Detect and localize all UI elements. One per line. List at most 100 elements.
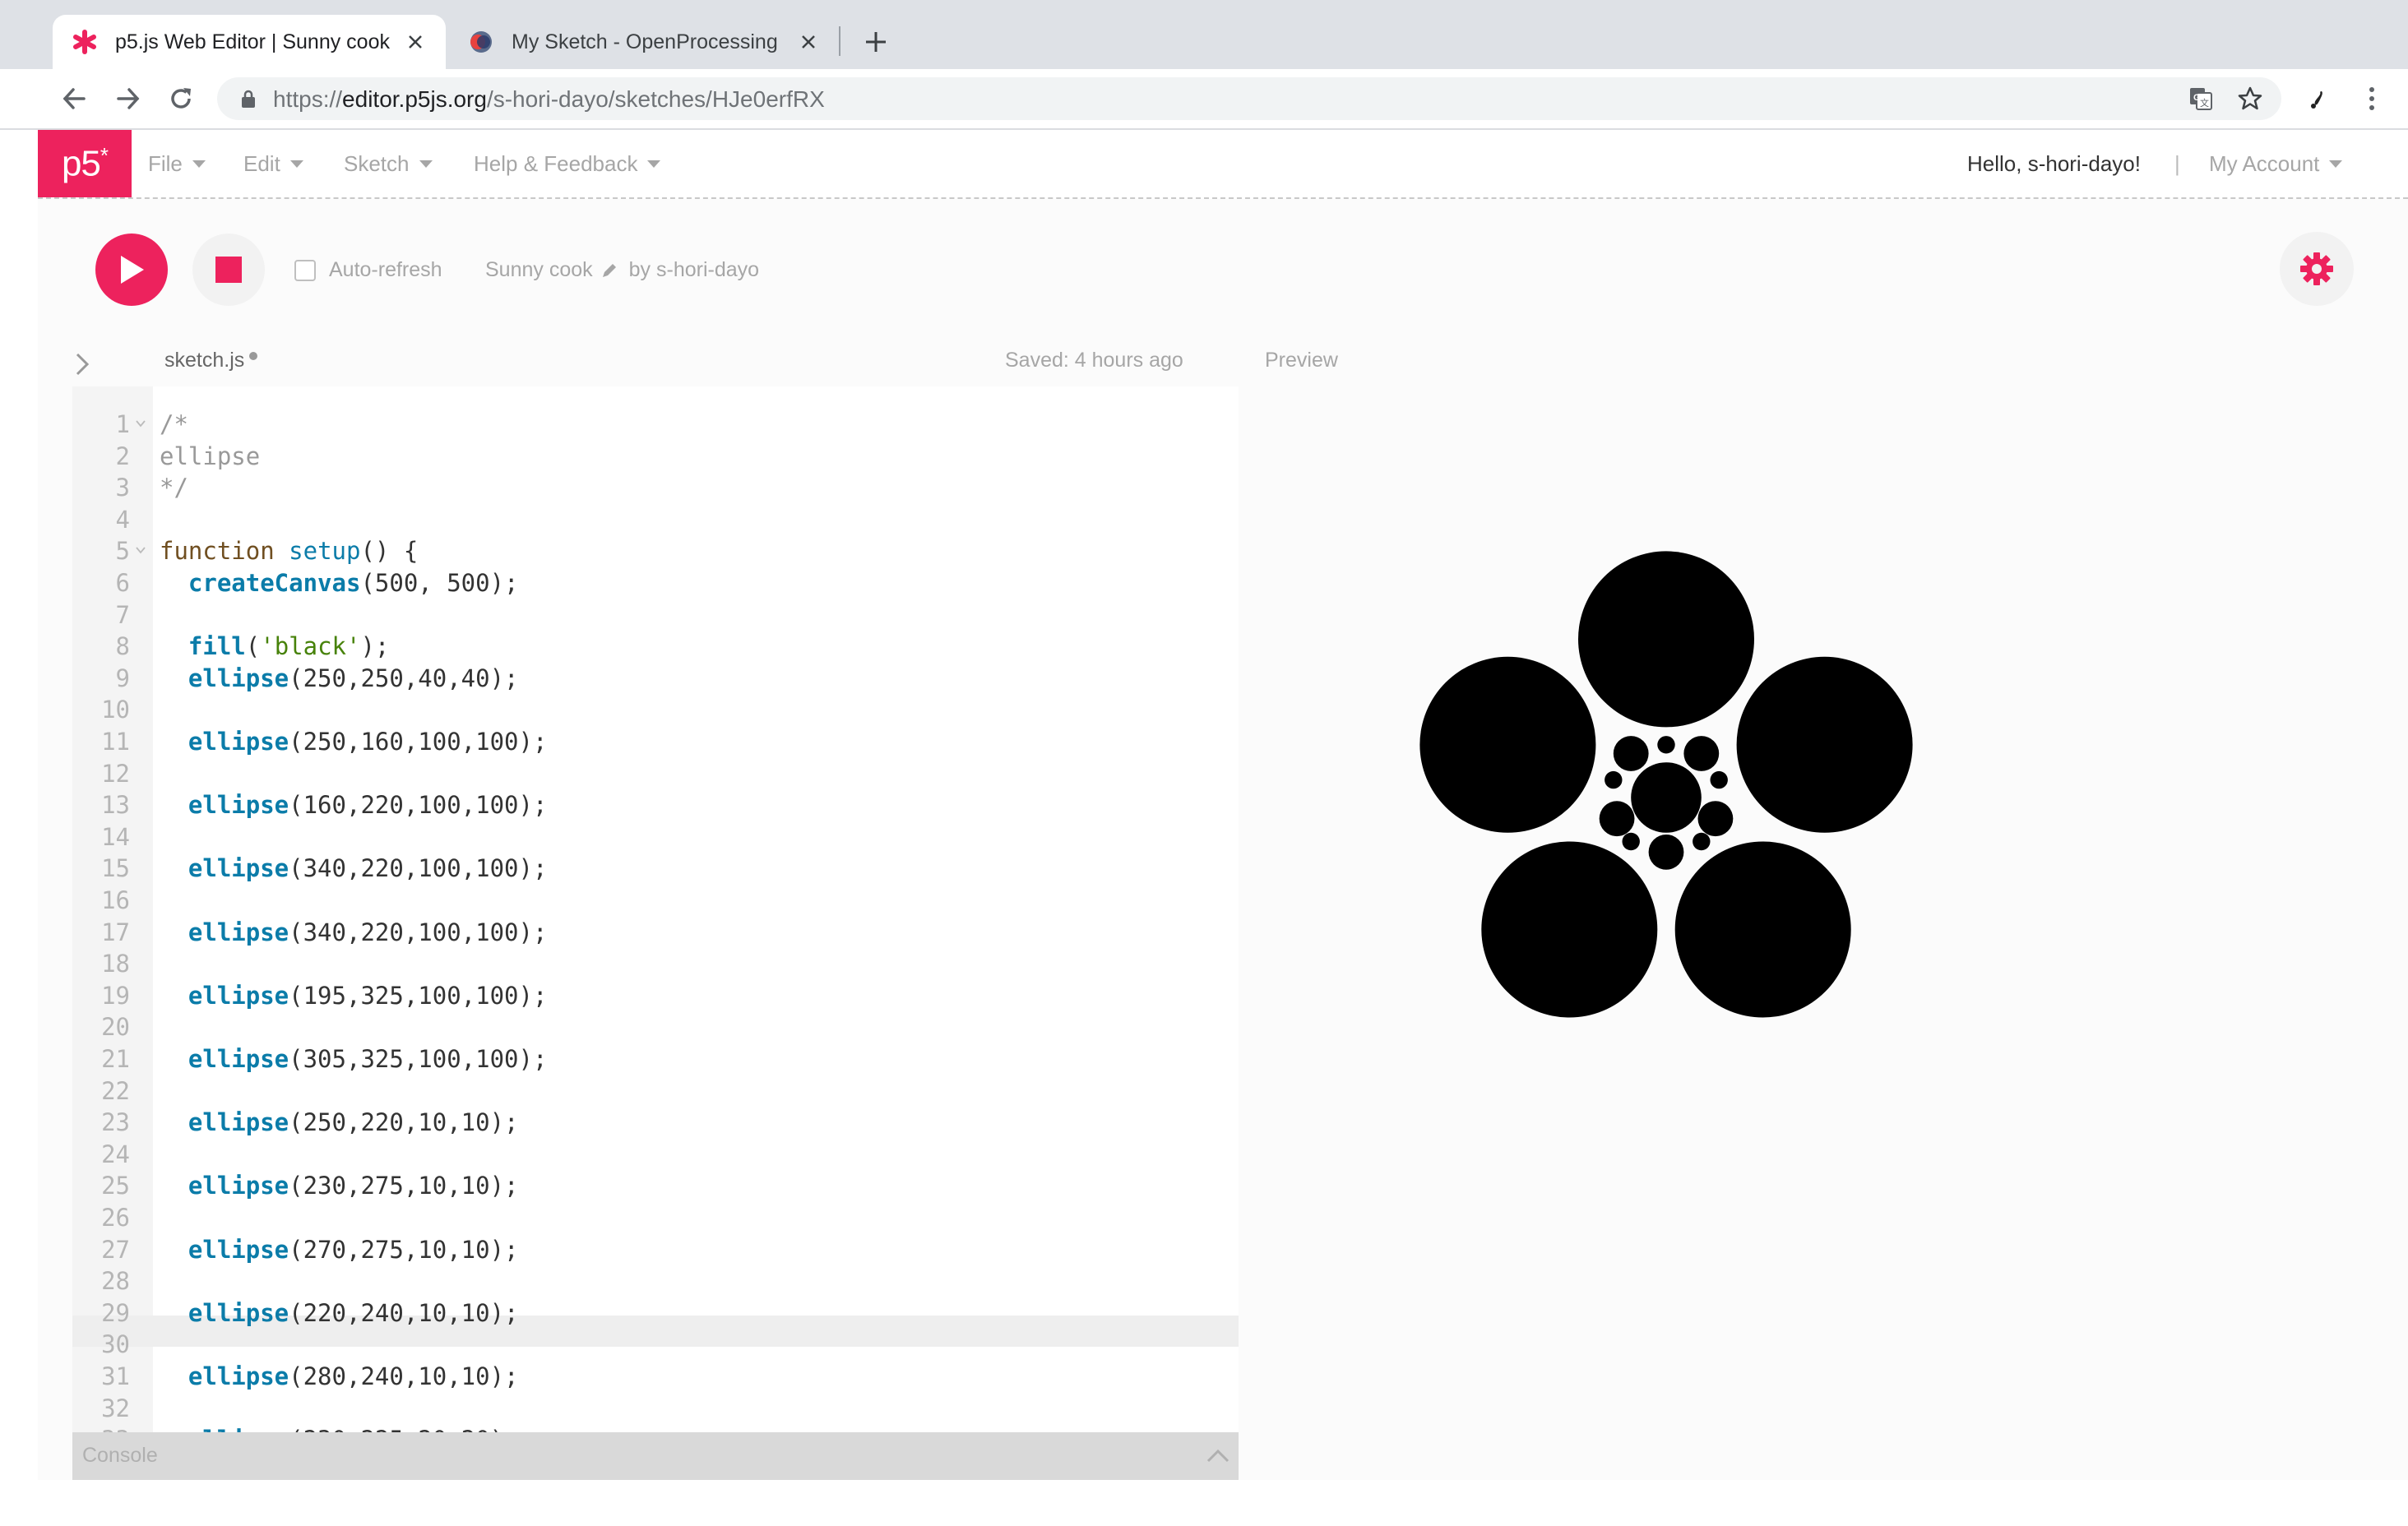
code-line[interactable]: 17 ellipse(340,220,100,100); bbox=[72, 918, 1239, 947]
code-line[interactable]: 14 bbox=[72, 822, 1239, 852]
code-line[interactable]: 20 bbox=[72, 1012, 1239, 1042]
line-number: 29 bbox=[101, 1298, 130, 1327]
code-line[interactable]: 29 ellipse(220,240,10,10); bbox=[72, 1298, 1239, 1328]
code-line[interactable]: 31 ellipse(280,240,10,10); bbox=[72, 1362, 1239, 1391]
sketch-ellipse bbox=[1657, 736, 1675, 754]
line-number: 8 bbox=[115, 632, 130, 661]
new-tab-icon[interactable] bbox=[859, 25, 893, 59]
settings-button[interactable] bbox=[2280, 232, 2354, 306]
sketch-owner[interactable]: by s-hori-dayo bbox=[629, 258, 759, 282]
code-line[interactable]: 7 bbox=[72, 600, 1239, 630]
code-text: ellipse(195,325,100,100); bbox=[188, 981, 548, 1010]
code-line[interactable]: 5 function setup() { bbox=[72, 536, 1239, 566]
nav-separator: | bbox=[2174, 151, 2180, 176]
lock-icon bbox=[242, 90, 255, 108]
sketch-canvas[interactable] bbox=[1239, 386, 2408, 1480]
code-line[interactable]: 10 bbox=[72, 695, 1239, 724]
menu-file[interactable]: File bbox=[148, 151, 206, 177]
code-line[interactable]: 8 fill('black'); bbox=[72, 631, 1239, 661]
sketch-title[interactable]: Sunny cook by s-hori-dayo bbox=[485, 258, 759, 282]
pencil-icon[interactable] bbox=[601, 262, 618, 279]
code-line[interactable]: 33 ellipse(230,225,20,20); bbox=[72, 1425, 1239, 1432]
back-icon[interactable] bbox=[56, 81, 92, 117]
file-tab-label: sketch.js bbox=[164, 349, 245, 372]
sketch-ellipse bbox=[1622, 832, 1640, 851]
line-number: 32 bbox=[101, 1394, 130, 1422]
fold-chevron-icon[interactable] bbox=[135, 418, 146, 429]
url-text: https://editor.p5js.org/s-hori-dayo/sket… bbox=[273, 86, 825, 112]
auto-refresh-toggle[interactable]: Auto-refresh bbox=[294, 258, 442, 282]
console-panel[interactable]: Console bbox=[72, 1432, 1239, 1480]
p5-logo[interactable]: p5* bbox=[38, 130, 132, 197]
code-line[interactable]: 13 ellipse(160,220,100,100); bbox=[72, 790, 1239, 820]
close-icon[interactable] bbox=[401, 28, 429, 56]
menu-edit[interactable]: Edit bbox=[243, 151, 303, 177]
code-line[interactable]: 18 bbox=[72, 949, 1239, 978]
forward-icon[interactable] bbox=[110, 81, 146, 117]
code-text: */ bbox=[160, 474, 188, 502]
file-tab-sketch-js[interactable]: sketch.js bbox=[164, 349, 258, 372]
code-text: ellipse(305,325,100,100); bbox=[188, 1045, 548, 1073]
menu-label: Edit bbox=[243, 151, 280, 176]
code-line[interactable]: 9 ellipse(250,250,40,40); bbox=[72, 664, 1239, 693]
translate-icon[interactable]: G文 bbox=[2186, 84, 2216, 113]
menu-help-feedback[interactable]: Help & Feedback bbox=[474, 151, 661, 177]
menu-label: File bbox=[148, 151, 183, 176]
line-number: 18 bbox=[101, 950, 130, 978]
code-line[interactable]: 2 ellipse bbox=[72, 442, 1239, 471]
code-line[interactable]: 12 bbox=[72, 759, 1239, 788]
code-line[interactable]: 25 ellipse(230,275,10,10); bbox=[72, 1171, 1239, 1200]
preview-pane bbox=[1239, 386, 2408, 1480]
code-line[interactable]: 19 ellipse(195,325,100,100); bbox=[72, 981, 1239, 1010]
code-line[interactable]: 28 bbox=[72, 1266, 1239, 1296]
code-line[interactable]: 27 ellipse(270,275,10,10); bbox=[72, 1235, 1239, 1265]
code-line[interactable]: 1 /* bbox=[72, 409, 1239, 439]
code-line[interactable]: 23 ellipse(250,220,10,10); bbox=[72, 1108, 1239, 1137]
play-button[interactable] bbox=[95, 234, 168, 306]
line-number: 14 bbox=[101, 822, 130, 851]
code-line[interactable]: 30 bbox=[72, 1329, 1239, 1359]
code-line[interactable]: 24 bbox=[72, 1140, 1239, 1169]
tab-divider bbox=[839, 26, 840, 56]
preview-label: Preview bbox=[1265, 349, 1338, 372]
line-number: 7 bbox=[115, 600, 130, 629]
code-text: ellipse(280,240,10,10); bbox=[188, 1362, 519, 1390]
menu-sketch[interactable]: Sketch bbox=[344, 151, 433, 177]
browser-tab-p5-editor[interactable]: p5.js Web Editor | Sunny cook bbox=[53, 15, 446, 69]
code-line[interactable]: 3 */ bbox=[72, 473, 1239, 502]
menu-label: Help & Feedback bbox=[474, 151, 638, 176]
code-text: /* bbox=[160, 410, 188, 438]
code-editor[interactable]: 1/* 2 ellipse 3 */ 4 5 function setup() {6 crea… bbox=[72, 386, 1239, 1432]
close-icon[interactable] bbox=[794, 28, 822, 56]
address-bar[interactable]: https://editor.p5js.org/s-hori-dayo/sket… bbox=[217, 77, 2281, 120]
auto-refresh-checkbox[interactable] bbox=[294, 259, 316, 281]
sketch-ellipse bbox=[1736, 656, 1913, 833]
code-line[interactable]: 11 ellipse(250,160,100,100); bbox=[72, 727, 1239, 756]
sketch-ellipse bbox=[1693, 832, 1711, 851]
fold-chevron-icon[interactable] bbox=[135, 544, 146, 556]
stop-button[interactable] bbox=[192, 234, 265, 306]
code-text: ellipse(230,225,20,20); bbox=[160, 1425, 519, 1432]
menu-icon[interactable] bbox=[2354, 81, 2390, 117]
chevron-up-icon[interactable] bbox=[1206, 1444, 1230, 1468]
code-line[interactable]: 21 ellipse(305,325,100,100); bbox=[72, 1044, 1239, 1074]
code-line[interactable]: 15 ellipse(340,220,100,100); bbox=[72, 853, 1239, 883]
menu-label: My Account bbox=[2209, 151, 2320, 176]
line-number: 9 bbox=[115, 664, 130, 692]
star-icon[interactable] bbox=[2235, 84, 2265, 113]
user-greeting: Hello, s-hori-dayo! bbox=[1967, 151, 2141, 176]
code-line[interactable]: 32 bbox=[72, 1394, 1239, 1423]
tab-title: My Sketch - OpenProcessing bbox=[512, 30, 778, 53]
reload-icon[interactable] bbox=[163, 81, 199, 117]
browser-tab-openprocessing[interactable]: My Sketch - OpenProcessing bbox=[454, 15, 839, 69]
code-line[interactable]: 6 createCanvas(500, 500); bbox=[72, 568, 1239, 598]
auto-refresh-label: Auto-refresh bbox=[329, 258, 442, 281]
code-line[interactable]: 16 bbox=[72, 886, 1239, 915]
extension-icon[interactable] bbox=[2299, 81, 2336, 117]
code-line[interactable]: 26 bbox=[72, 1203, 1239, 1232]
menu-my-account[interactable]: My Account bbox=[2209, 151, 2343, 177]
code-line[interactable]: 22 bbox=[72, 1076, 1239, 1106]
code-line[interactable]: 4 bbox=[72, 505, 1239, 534]
line-number: 31 bbox=[101, 1362, 130, 1390]
sidebar-expand-icon[interactable] bbox=[72, 352, 92, 377]
